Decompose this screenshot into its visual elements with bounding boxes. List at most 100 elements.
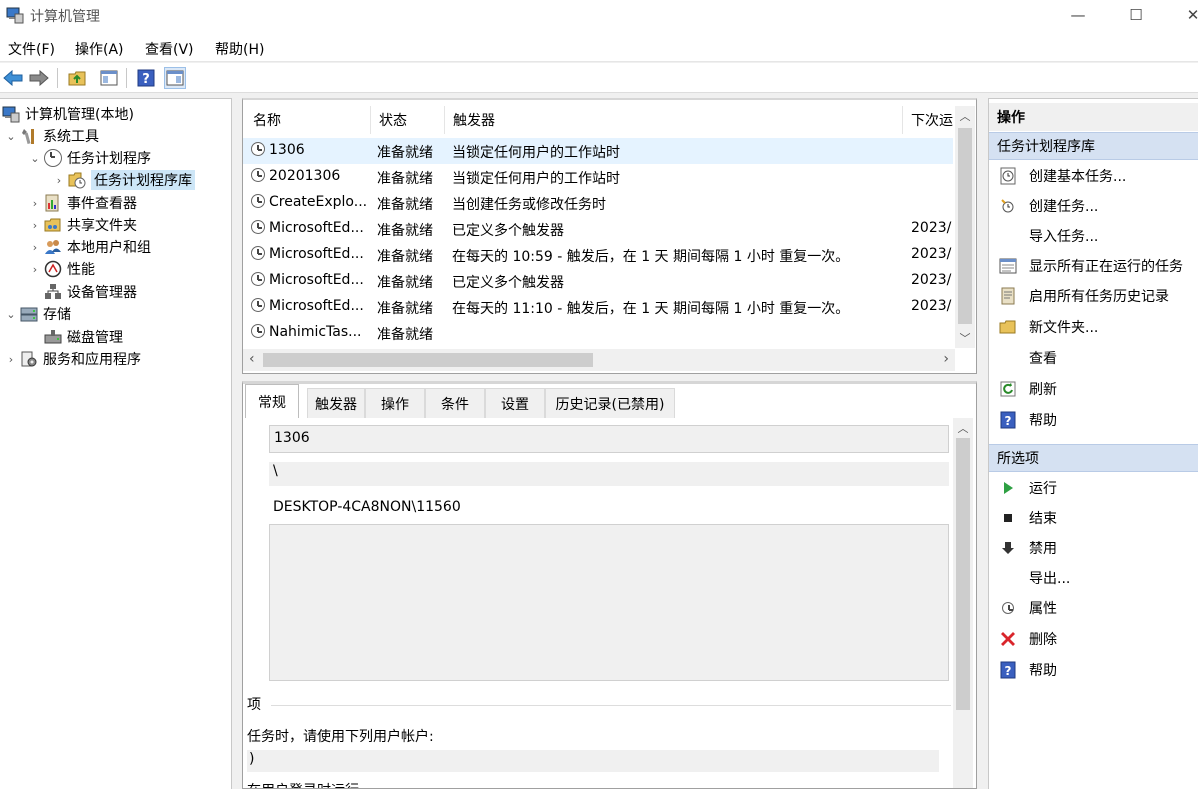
- tree-item-device-manager[interactable]: 设备管理器: [28, 281, 137, 303]
- tree-item-system-tools[interactable]: ⌄ 系统工具: [4, 125, 99, 147]
- task-status: 准备就绪: [377, 327, 433, 343]
- action-new-folder[interactable]: 新文件夹...: [989, 313, 1198, 341]
- tree-item-task-scheduler[interactable]: ⌄ 任务计划程序: [28, 147, 151, 169]
- menu-file[interactable]: 文件(F): [8, 39, 55, 59]
- chevron-right-icon[interactable]: ›: [28, 241, 42, 254]
- action-export[interactable]: 导出...: [989, 564, 1198, 592]
- task-name-text: 1306: [269, 142, 305, 158]
- tab-settings[interactable]: 设置: [485, 388, 545, 418]
- table-row[interactable]: 1306 准备就绪 当锁定任何用户的工作站时: [243, 138, 953, 164]
- table-row[interactable]: MicrosoftEd... 准备就绪 已定义多个触发器 2023/: [243, 216, 953, 242]
- task-next-run: 2023/: [911, 272, 952, 288]
- action-import-task[interactable]: 导入任务...: [989, 222, 1198, 250]
- tree-item-shared-folders[interactable]: › 共享文件夹: [28, 214, 137, 236]
- action-properties[interactable]: 属性: [989, 594, 1198, 622]
- menu-action[interactable]: 操作(A): [75, 39, 124, 59]
- chevron-right-icon[interactable]: ›: [28, 263, 42, 276]
- action-end[interactable]: 结束: [989, 504, 1198, 532]
- menu-view[interactable]: 查看(V): [145, 39, 194, 59]
- chevron-right-icon[interactable]: ›: [52, 174, 66, 187]
- task-name: NahimicTas...: [251, 324, 371, 340]
- run-when-logged-on-option[interactable]: 在用户登录时运行: [247, 780, 359, 788]
- up-folder-icon[interactable]: [66, 67, 88, 89]
- tree-item-storage[interactable]: ⌄ 存储: [4, 303, 71, 325]
- chevron-down-icon[interactable]: ⌄: [28, 152, 42, 165]
- action-view[interactable]: 查看: [989, 344, 1198, 372]
- chevron-right-icon[interactable]: ›: [28, 197, 42, 210]
- chevron-down-icon[interactable]: ⌄: [4, 308, 18, 321]
- tree-item-event-viewer[interactable]: › 事件查看器: [28, 192, 137, 214]
- scroll-up-arrow-icon[interactable]: ︿: [955, 108, 975, 124]
- pane-splitter[interactable]: [232, 98, 242, 789]
- chevron-right-icon[interactable]: ›: [4, 353, 18, 366]
- task-name-field[interactable]: 1306: [269, 425, 949, 453]
- toolbar: ?: [0, 63, 1198, 93]
- tree-item-task-scheduler-library[interactable]: › 任务计划程序库: [52, 169, 195, 191]
- disable-icon: [997, 537, 1019, 559]
- scrollbar-thumb[interactable]: [263, 353, 593, 367]
- help-icon[interactable]: ?: [135, 67, 157, 89]
- action-run[interactable]: 运行: [989, 474, 1198, 502]
- tree-item-services-apps[interactable]: › 服务和应用程序: [4, 348, 141, 370]
- action-label: 结束: [1029, 511, 1057, 527]
- table-row[interactable]: CreateExplo... 准备就绪 当创建任务或修改任务时: [243, 190, 953, 216]
- tab-history[interactable]: 历史记录(已禁用): [545, 388, 675, 418]
- action-enable-history[interactable]: 启用所有任务历史记录: [989, 282, 1198, 310]
- table-row[interactable]: MicrosoftEd... 准备就绪 在每天的 11:10 - 触发后，在 1…: [243, 294, 953, 320]
- svg-text:?: ?: [1005, 414, 1012, 428]
- tree-item-local-users[interactable]: › 本地用户和组: [28, 236, 151, 258]
- column-header-trigger[interactable]: 触发器: [445, 106, 903, 134]
- svg-text:?: ?: [142, 72, 150, 87]
- action-create-basic-task[interactable]: 创建基本任务...: [989, 162, 1198, 190]
- actions-header: 操作: [989, 103, 1198, 131]
- show-hide-tree-icon[interactable]: [98, 67, 120, 89]
- close-button[interactable]: ✕: [1170, 0, 1198, 30]
- tab-conditions[interactable]: 条件: [425, 388, 485, 418]
- tab-triggers[interactable]: 触发器: [307, 388, 365, 418]
- scroll-right-arrow-icon[interactable]: ›: [943, 351, 949, 367]
- tree-item-performance[interactable]: › 性能: [28, 258, 95, 280]
- tab-general[interactable]: 常规: [245, 384, 299, 418]
- detail-vertical-scrollbar[interactable]: ︿: [953, 418, 973, 788]
- export-icon: [997, 567, 1019, 589]
- scrollbar-thumb[interactable]: [956, 438, 970, 710]
- action-disable[interactable]: 禁用: [989, 534, 1198, 562]
- action-refresh[interactable]: 刷新: [989, 375, 1198, 403]
- task-description-field[interactable]: [269, 524, 949, 681]
- back-arrow-icon[interactable]: [2, 67, 24, 89]
- scroll-up-arrow-icon[interactable]: ︿: [953, 420, 973, 436]
- action-show-running-tasks[interactable]: 显示所有正在运行的任务: [989, 252, 1198, 280]
- tab-actions[interactable]: 操作: [365, 388, 425, 418]
- section-task-library[interactable]: 任务计划程序库: [989, 132, 1198, 160]
- chevron-right-icon[interactable]: ›: [28, 219, 42, 232]
- table-row[interactable]: MicrosoftEd... 准备就绪 在每天的 10:59 - 触发后，在 1…: [243, 242, 953, 268]
- table-row[interactable]: 20201306 准备就绪 当锁定任何用户的工作站时: [243, 164, 953, 190]
- minimize-button[interactable]: —: [1055, 0, 1101, 30]
- tree-item-disk-management[interactable]: 磁盘管理: [28, 326, 123, 348]
- help-icon: ?: [997, 659, 1019, 681]
- column-header-status[interactable]: 状态: [371, 106, 445, 134]
- forward-arrow-icon[interactable]: [28, 67, 50, 89]
- show-hide-action-pane-icon[interactable]: [164, 67, 186, 89]
- action-help-selected[interactable]: ? 帮助: [989, 656, 1198, 684]
- scroll-down-arrow-icon[interactable]: ﹀: [955, 330, 975, 346]
- action-label: 创建任务...: [1029, 199, 1099, 215]
- maximize-button[interactable]: ☐: [1113, 0, 1159, 30]
- section-selected-item[interactable]: 所选项: [989, 444, 1198, 472]
- scrollbar-thumb[interactable]: [958, 128, 972, 324]
- action-delete[interactable]: 删除: [989, 625, 1198, 653]
- table-row[interactable]: NahimicTas... 准备就绪: [243, 320, 953, 346]
- scroll-left-arrow-icon[interactable]: ‹: [249, 351, 255, 367]
- action-help[interactable]: ? 帮助: [989, 406, 1198, 434]
- menu-help[interactable]: 帮助(H): [215, 39, 264, 59]
- list-vertical-scrollbar[interactable]: ︿ ﹀: [955, 106, 975, 348]
- action-create-task[interactable]: 创建任务...: [989, 192, 1198, 220]
- task-trigger: 在每天的 11:10 - 触发后，在 1 天 期间每隔 1 小时 重复一次。: [452, 301, 850, 317]
- column-header-next-run[interactable]: 下次运: [903, 106, 955, 134]
- column-header-name[interactable]: 名称: [245, 106, 371, 134]
- list-horizontal-scrollbar[interactable]: ‹ ›: [243, 349, 955, 371]
- chevron-down-icon[interactable]: ⌄: [4, 130, 18, 143]
- tree-item-computer-management[interactable]: 计算机管理(本地): [2, 103, 134, 125]
- table-row[interactable]: MicrosoftEd... 准备就绪 已定义多个触发器 2023/: [243, 268, 953, 294]
- task-status: 准备就绪: [377, 145, 433, 161]
